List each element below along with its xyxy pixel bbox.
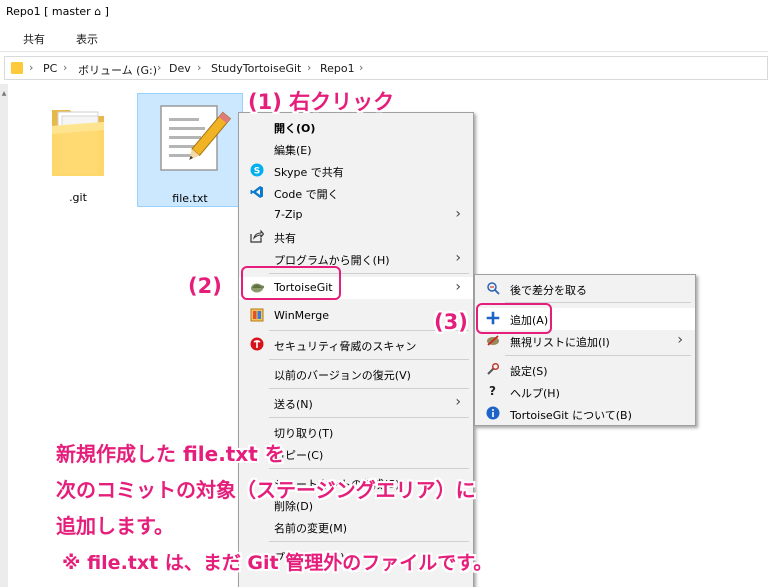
menu-separator — [269, 468, 469, 469]
diff-later-icon — [485, 281, 500, 296]
trendmicro-icon — [249, 337, 264, 352]
menu-item-send-to[interactable]: 送る(N) › — [239, 392, 473, 414]
chevron-right-icon: › — [455, 206, 461, 222]
menu-item-open[interactable]: 開く(O) — [239, 116, 473, 138]
breadcrumb-repo1[interactable]: Repo1 — [320, 62, 355, 75]
chevron-right-icon: › — [455, 279, 461, 295]
breadcrumb-volume[interactable]: ボリューム (G:) — [78, 62, 157, 78]
submenu-item-help[interactable]: ? ヘルプ(H) — [475, 381, 695, 403]
chevron-right-icon: › — [677, 332, 683, 348]
menu-separator — [269, 417, 469, 418]
menu-item-label: セキュリティ脅威のスキャン — [274, 340, 417, 353]
file-name-file-txt: file.txt — [172, 192, 208, 205]
submenu-item-about[interactable]: TortoiseGit について(B) — [475, 403, 695, 425]
menu-item-edit[interactable]: 編集(E) — [239, 138, 473, 160]
menu-item-label: 以前のバージョンの復元(V) — [274, 369, 411, 382]
file-name-git: .git — [69, 191, 87, 204]
menu-item-label: 後で差分を取る — [510, 284, 587, 297]
text-file-icon — [160, 105, 231, 171]
menu-item-label: 開く(O) — [274, 122, 316, 135]
breadcrumb-separator[interactable]: › — [63, 61, 67, 74]
menu-item-label: TortoiseGit について(B) — [510, 409, 632, 422]
menu-item-7zip[interactable]: 7-Zip › — [239, 204, 473, 226]
breadcrumb-separator[interactable]: › — [307, 61, 311, 74]
navigation-pane-scrollbar[interactable]: ▲ — [0, 84, 8, 587]
menu-item-label: 設定(S) — [510, 365, 548, 378]
breadcrumb-studytortoisegit[interactable]: StudyTortoiseGit — [211, 62, 301, 75]
vscode-icon — [249, 185, 264, 200]
menu-item-open-with-code[interactable]: Code で開く — [239, 182, 473, 204]
share-icon — [249, 229, 264, 244]
menu-item-label: 無視リストに追加(I) — [510, 336, 610, 349]
breadcrumb-pc[interactable]: PC — [43, 62, 57, 75]
highlight-box-tortoisegit — [241, 266, 341, 300]
breadcrumb-separator[interactable]: › — [359, 61, 363, 74]
scroll-up-icon[interactable]: ▲ — [0, 90, 8, 97]
file-item-file-txt[interactable]: file.txt — [137, 93, 243, 207]
folder-icon — [52, 110, 104, 176]
chevron-right-icon: › — [455, 394, 461, 410]
breadcrumb-separator[interactable]: › — [197, 61, 201, 74]
breadcrumb-separator: › — [29, 61, 34, 74]
menu-separator — [505, 355, 691, 356]
menu-separator — [269, 388, 469, 389]
menu-separator — [269, 359, 469, 360]
breadcrumb-dev[interactable]: Dev — [169, 62, 191, 75]
menu-item-label: 共有 — [274, 232, 296, 245]
menu-item-share[interactable]: 共有 — [239, 226, 473, 248]
tortoisegit-submenu: 後で差分を取る 追加(A) 無視リストに追加(I) › 設定(S) ? ヘルプ(… — [474, 274, 696, 426]
menu-item-label: 送る(N) — [274, 398, 313, 411]
winmerge-icon — [249, 308, 264, 323]
window-title: Repo1 [ master ⌂ ] — [6, 5, 109, 18]
menu-item-label: 7-Zip — [274, 208, 303, 221]
ribbon-tab-share[interactable]: 共有 — [23, 31, 45, 47]
menu-item-label: WinMerge — [274, 309, 329, 322]
help-icon: ? — [489, 384, 496, 398]
annotation-step2: (2) — [188, 274, 222, 298]
submenu-item-settings[interactable]: 設定(S) — [475, 359, 695, 381]
menu-item-label: Code で開く — [274, 188, 339, 201]
address-bar: › PC › ボリューム (G:) › Dev › StudyTortoiseG… — [0, 52, 768, 84]
menu-item-label: Skype で共有 — [274, 166, 344, 179]
annotation-note: ※ file.txt は、まだ Git 管理外のファイルです。 — [62, 552, 493, 574]
skype-icon: S — [249, 163, 264, 178]
annotation-description-line1: 新規作成した file.txt を — [56, 442, 285, 466]
ribbon-tab-view[interactable]: 表示 — [76, 31, 98, 47]
menu-item-skype[interactable]: S Skype で共有 — [239, 160, 473, 182]
folder-icon — [11, 62, 23, 74]
menu-item-restore-previous-versions[interactable]: 以前のバージョンの復元(V) — [239, 363, 473, 385]
annotation-description-line2: 次のコミットの対象（ステージングエリア）に — [56, 478, 476, 502]
context-menu: 開く(O) 編集(E) S Skype で共有 Code で開く 7-Zip ›… — [238, 112, 474, 587]
submenu-item-diff-later[interactable]: 後で差分を取る — [475, 278, 695, 300]
breadcrumb[interactable]: › PC › ボリューム (G:) › Dev › StudyTortoiseG… — [4, 56, 768, 80]
menu-separator — [269, 541, 469, 542]
svg-text:S: S — [253, 167, 259, 177]
annotation-step1: (1) 右クリック — [248, 90, 395, 114]
menu-item-rename[interactable]: 名前の変更(M) — [239, 516, 473, 538]
breadcrumb-separator[interactable]: › — [157, 61, 161, 74]
menu-item-security-scan[interactable]: セキュリティ脅威のスキャン — [239, 334, 473, 356]
ribbon: 共有 表示 — [0, 22, 768, 52]
highlight-box-add — [476, 303, 552, 334]
info-icon — [485, 406, 500, 421]
menu-item-label: 編集(E) — [274, 144, 312, 157]
menu-item-label: 名前の変更(M) — [274, 522, 348, 535]
file-item-git[interactable]: .git — [40, 96, 116, 206]
ignore-icon — [485, 333, 500, 348]
annotation-description-line3: 追加します。 — [56, 514, 174, 538]
annotation-step3: (3) — [434, 310, 468, 334]
menu-item-label: ヘルプ(H) — [510, 387, 560, 400]
settings-icon — [485, 362, 500, 377]
chevron-right-icon: › — [455, 250, 461, 266]
